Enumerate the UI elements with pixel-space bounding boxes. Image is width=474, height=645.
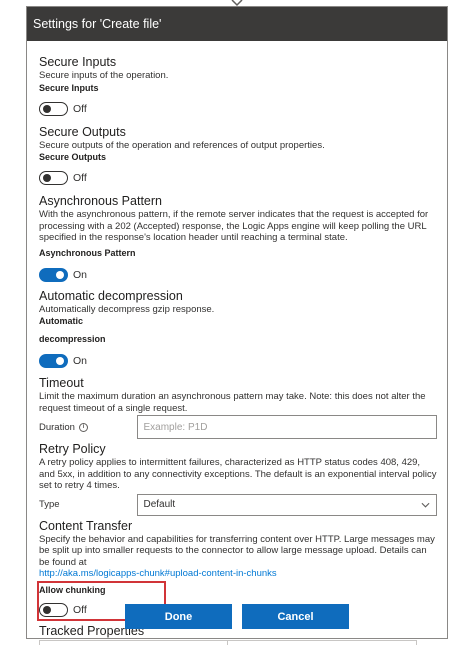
retry-type-select[interactable]: Default (136, 493, 437, 516)
secure-inputs-toggle[interactable] (39, 101, 68, 116)
duration-input[interactable] (136, 415, 437, 439)
auto-decompression-title: Automatic decompression (39, 288, 183, 303)
toggle-knob (56, 357, 64, 365)
info-icon[interactable]: i (78, 422, 88, 432)
settings-panel: Settings for 'Create file' Secure Inputs… (26, 6, 448, 645)
retry-type-value: Default (143, 499, 176, 510)
cancel-button[interactable]: Cancel (242, 604, 349, 629)
secure-outputs-section: Secure Outputs Secure outputs of the ope… (39, 125, 447, 189)
secure-inputs-state: Off (73, 102, 87, 115)
type-label: Type (39, 499, 60, 510)
settings-content: Secure Inputs Secure inputs of the opera… (27, 55, 447, 645)
panel-footer: Done Cancel (27, 604, 447, 629)
panel-title: Settings for 'Create file' (27, 7, 447, 41)
async-pattern-toggle[interactable] (39, 267, 68, 282)
secure-inputs-section: Secure Inputs Secure inputs of the opera… (39, 55, 447, 119)
content-transfer-title: Content Transfer (39, 518, 133, 533)
timeout-section: Timeout Limit the maximum duration an as… (39, 376, 447, 439)
auto-decompression-toggle[interactable] (39, 354, 68, 368)
tracked-property-value-input[interactable] (228, 639, 417, 645)
secure-inputs-description: Secure inputs of the operation. (39, 70, 169, 81)
duration-label-text: Duration (39, 421, 75, 433)
toggle-knob (43, 174, 51, 182)
toggle-knob (56, 270, 64, 279)
toggle-knob (43, 104, 51, 113)
duration-label: Duration i (39, 422, 137, 433)
retry-policy-title: Retry Policy (39, 442, 106, 456)
auto-decompression-state: On (73, 355, 88, 367)
secure-outputs-title: Secure Outputs (39, 124, 126, 139)
timeout-title: Timeout (39, 376, 84, 390)
timeout-description: Limit the maximum duration an asynchrono… (39, 391, 426, 414)
auto-decompression-section: Automatic decompression Automatically de… (39, 289, 447, 372)
auto-decompression-description: Automatically decompress gzip response. (39, 303, 215, 315)
async-pattern-title: Asynchronous Pattern (39, 194, 162, 208)
done-button[interactable]: Done (125, 604, 232, 629)
async-pattern-label: Asynchronous Pattern (39, 247, 136, 258)
retry-policy-section: Retry Policy A retry policy applies to i… (39, 442, 447, 516)
async-pattern-description: With the asynchronous pattern, if the re… (39, 209, 429, 243)
secure-inputs-title: Secure Inputs (39, 55, 117, 69)
secure-outputs-state: Off (73, 172, 87, 184)
tracked-property-key-input[interactable] (39, 639, 228, 645)
content-transfer-link[interactable]: http://aka.ms/logicapps-chunk#upload-con… (39, 568, 437, 580)
secure-outputs-toggle[interactable] (39, 171, 68, 185)
async-pattern-section: Asynchronous Pattern With the asynchrono… (39, 194, 447, 285)
secure-inputs-label: Secure Inputs (39, 82, 99, 93)
chevron-down-icon (421, 502, 430, 508)
auto-decompression-label-2: decompression (39, 334, 106, 344)
retry-policy-description: A retry policy applies to intermittent f… (39, 457, 437, 491)
async-pattern-state: On (73, 268, 88, 281)
secure-outputs-description: Secure outputs of the operation and refe… (39, 139, 325, 151)
content-transfer-description: Specify the behavior and capabilities fo… (39, 533, 435, 568)
auto-decompression-label-1: Automatic (39, 316, 84, 326)
secure-outputs-label: Secure Outputs (39, 152, 107, 162)
